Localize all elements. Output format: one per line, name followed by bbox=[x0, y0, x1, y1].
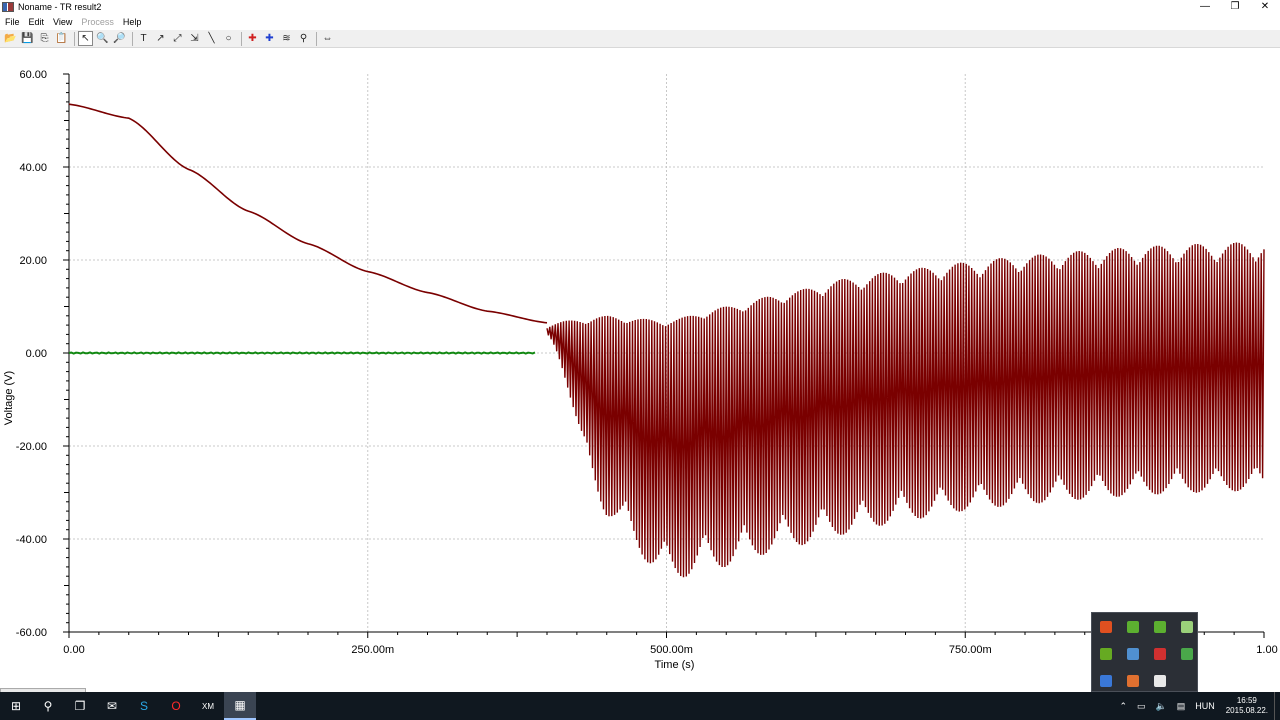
y-tick-label: -20.00 bbox=[16, 441, 47, 453]
text-tool-icon[interactable]: T bbox=[136, 31, 151, 46]
chevron-up-icon[interactable]: ⌃ bbox=[1114, 701, 1132, 712]
clock-time: 16:59 bbox=[1236, 696, 1257, 705]
maximize-button[interactable]: ❐ bbox=[1220, 0, 1250, 14]
menu-process[interactable]: Process bbox=[76, 17, 118, 27]
x-tick-label: 250.00m bbox=[351, 644, 394, 656]
menu-view[interactable]: View bbox=[48, 17, 76, 27]
y-tick-label: 40.00 bbox=[19, 162, 47, 174]
speaker-icon[interactable] bbox=[1127, 675, 1139, 687]
upwork-icon[interactable] bbox=[1154, 621, 1166, 633]
nvidia-icon[interactable] bbox=[1100, 648, 1112, 660]
arrow-annotation-icon[interactable]: ↗ bbox=[153, 31, 168, 46]
window-title: Noname - TR result2 bbox=[18, 2, 102, 12]
clock[interactable]: 16:59 2015.08.22. bbox=[1220, 696, 1274, 716]
x-tick-label: 500.00m bbox=[650, 644, 693, 656]
x-tick-label: 750.00m bbox=[949, 644, 992, 656]
open-icon[interactable]: 📂 bbox=[3, 31, 18, 46]
clock-date: 2015.08.22. bbox=[1225, 706, 1268, 715]
y-tick-label: 60.00 bbox=[19, 69, 47, 81]
search-icon[interactable]: ⚲ bbox=[32, 692, 64, 720]
taskbar-apps: ⊞ ⚲ ❐ ✉ S O XM ▦ bbox=[0, 692, 256, 720]
y-tick-label: 20.00 bbox=[19, 255, 47, 267]
y-tick-label: -60.00 bbox=[16, 627, 47, 639]
evernote-icon[interactable] bbox=[1127, 621, 1139, 633]
toolbar-separator bbox=[74, 31, 75, 46]
curves-icon[interactable]: ≋ bbox=[279, 31, 294, 46]
app-window: Noname - TR result2 — ❐ ✕ File Edit View… bbox=[0, 0, 1280, 720]
taskbar: ⊞ ⚲ ❐ ✉ S O XM ▦ ⌃ ▭ 🔈 ▤ HUN 16:59 2015.08.22. bbox=[0, 692, 1280, 720]
start-icon[interactable]: ⊞ bbox=[0, 692, 32, 720]
toolbar: 📂 💾 ⎘ 📋 ↖ 🔍 🔎 T ↗ ⤢ ⇲ ╲ ○ ✚ ✚ ≋ ⚲ ⇔ bbox=[0, 30, 1280, 48]
marker-red-icon[interactable]: ✚ bbox=[245, 31, 260, 46]
bluetooth-icon[interactable] bbox=[1100, 675, 1112, 687]
move-arrows-icon[interactable]: ⇔ bbox=[320, 31, 335, 46]
task-view-icon[interactable]: ❐ bbox=[64, 692, 96, 720]
y-axis-label: Voltage (V) bbox=[3, 370, 15, 426]
thunderbird-icon[interactable]: ✉ bbox=[96, 692, 128, 720]
toolbar-separator bbox=[316, 31, 317, 46]
probe-icon[interactable]: ⚲ bbox=[296, 31, 311, 46]
chart-svg: 0.00 250.00m 500.00m 750.00m 1.00 60.00 40.00 2… bbox=[16, 69, 1278, 671]
cloud-icon[interactable] bbox=[1154, 675, 1166, 687]
window-controls: — ❐ ✕ bbox=[1190, 0, 1280, 14]
language-indicator[interactable]: HUN bbox=[1190, 701, 1220, 711]
network-icon[interactable]: ▭ bbox=[1132, 701, 1151, 712]
menu-help[interactable]: Help bbox=[118, 17, 146, 27]
notification-icon[interactable]: ▤ bbox=[1172, 701, 1191, 712]
x-axis-label: Time (s) bbox=[655, 659, 695, 671]
cursor-b-icon[interactable]: ⇲ bbox=[187, 31, 202, 46]
document-icon[interactable] bbox=[1127, 648, 1139, 660]
plot-area: 0.00 250.00m 500.00m 750.00m 1.00 60.00 40.00 2… bbox=[0, 48, 1280, 688]
zoom-out-icon[interactable]: 🔎 bbox=[112, 31, 127, 46]
circle-tool-icon[interactable]: ○ bbox=[221, 31, 236, 46]
marker-blue-icon[interactable]: ✚ bbox=[262, 31, 277, 46]
copy-icon[interactable]: ⎘ bbox=[37, 31, 52, 46]
y-tick-label: -40.00 bbox=[16, 534, 47, 546]
opera-icon[interactable]: O bbox=[160, 692, 192, 720]
x-tick-label: 1.00 bbox=[1256, 644, 1277, 656]
system-tray: ⌃ ▭ 🔈 ▤ HUN 16:59 2015.08.22. bbox=[1114, 692, 1280, 720]
tray-overflow-popup bbox=[1091, 612, 1198, 692]
pdf-icon[interactable] bbox=[1154, 648, 1166, 660]
xm-app-icon[interactable]: XM bbox=[192, 692, 224, 720]
paste-icon[interactable]: 📋 bbox=[54, 31, 69, 46]
menu-bar: File Edit View Process Help bbox=[0, 14, 1280, 29]
close-button[interactable]: ✕ bbox=[1250, 0, 1280, 14]
tina-app-icon[interactable]: ▦ bbox=[224, 692, 256, 720]
volume-icon[interactable]: 🔈 bbox=[1151, 701, 1172, 712]
series-red-oscillation-line bbox=[546, 242, 1265, 578]
menu-file[interactable]: File bbox=[0, 17, 24, 27]
zoom-in-icon[interactable]: 🔍 bbox=[95, 31, 110, 46]
series-red-decay-line bbox=[68, 103, 548, 324]
ms-office-icon[interactable] bbox=[1100, 621, 1112, 633]
toolbar-separator bbox=[132, 31, 133, 46]
x-tick-label: 0.00 bbox=[63, 644, 84, 656]
show-desktop-button[interactable] bbox=[1274, 692, 1280, 720]
series-green-line bbox=[68, 351, 536, 355]
download-icon[interactable] bbox=[1181, 621, 1193, 633]
minimize-button[interactable]: — bbox=[1190, 0, 1220, 14]
toolbar-separator bbox=[241, 31, 242, 46]
cursor-a-icon[interactable]: ⤢ bbox=[170, 31, 185, 46]
save-icon[interactable]: 💾 bbox=[20, 31, 35, 46]
y-tick-label: 0.00 bbox=[26, 348, 47, 360]
skype-icon[interactable]: S bbox=[128, 692, 160, 720]
shield-icon[interactable] bbox=[1181, 648, 1193, 660]
menu-edit[interactable]: Edit bbox=[24, 17, 49, 27]
title-bar: Noname - TR result2 — ❐ ✕ bbox=[0, 0, 1280, 14]
line-tool-icon[interactable]: ╲ bbox=[204, 31, 219, 46]
select-pointer-icon[interactable]: ↖ bbox=[78, 31, 93, 46]
app-logo-icon bbox=[2, 2, 14, 12]
